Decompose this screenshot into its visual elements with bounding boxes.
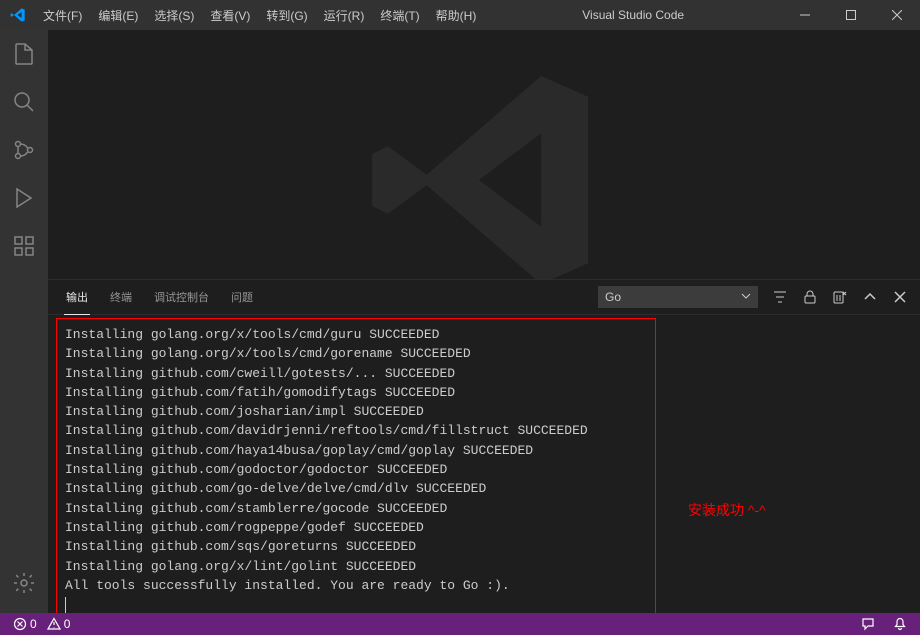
window-title: Visual Studio Code bbox=[484, 8, 782, 22]
activity-extensions[interactable] bbox=[0, 222, 48, 270]
clear-output-icon[interactable] bbox=[832, 289, 848, 305]
output-line: Installing github.com/go-delve/delve/cmd… bbox=[65, 479, 647, 498]
minimize-button[interactable] bbox=[782, 0, 828, 30]
editor-area: 输出 终端 调试控制台 问题 Go bbox=[48, 30, 920, 613]
warning-icon bbox=[47, 617, 61, 631]
output-line: All tools successfully installed. You ar… bbox=[65, 576, 647, 595]
menu-selection[interactable]: 选择(S) bbox=[146, 0, 202, 30]
menu-view[interactable]: 查看(V) bbox=[202, 0, 258, 30]
output-channel-value: Go bbox=[605, 290, 621, 304]
panel-tab-debug-console[interactable]: 调试控制台 bbox=[152, 280, 211, 315]
output-line: Installing github.com/davidrjenni/reftoo… bbox=[65, 421, 647, 440]
vscode-logo-icon bbox=[0, 7, 35, 23]
bell-icon bbox=[893, 617, 907, 631]
output-line: Installing golang.org/x/lint/golint SUCC… bbox=[65, 557, 647, 576]
error-icon bbox=[13, 617, 27, 631]
menu-bar: 文件(F) 编辑(E) 选择(S) 查看(V) 转到(G) 运行(R) 终端(T… bbox=[35, 0, 484, 30]
panel-tab-output[interactable]: 输出 bbox=[64, 280, 90, 315]
menu-file[interactable]: 文件(F) bbox=[35, 0, 90, 30]
output-line: Installing github.com/godoctor/godoctor … bbox=[65, 460, 647, 479]
status-warnings[interactable]: 0 bbox=[44, 617, 74, 631]
panel-actions: Go bbox=[598, 286, 908, 308]
chevron-up-icon[interactable] bbox=[862, 289, 878, 305]
panel-header: 输出 终端 调试控制台 问题 Go bbox=[48, 280, 920, 315]
menu-run[interactable]: 运行(R) bbox=[316, 0, 373, 30]
window-controls bbox=[782, 0, 920, 30]
status-notifications[interactable] bbox=[890, 617, 910, 631]
panel-tab-terminal[interactable]: 终端 bbox=[108, 280, 134, 315]
error-count: 0 bbox=[30, 617, 37, 631]
close-panel-icon[interactable] bbox=[892, 289, 908, 305]
output-cursor bbox=[65, 595, 647, 613]
warning-count: 0 bbox=[64, 617, 71, 631]
output-channel-select[interactable]: Go bbox=[598, 286, 758, 308]
activity-debug[interactable] bbox=[0, 174, 48, 222]
menu-edit[interactable]: 编辑(E) bbox=[90, 0, 146, 30]
output-line: Installing github.com/cweill/gotests/...… bbox=[65, 364, 647, 383]
vscode-watermark-icon bbox=[354, 50, 614, 279]
output-line: Installing github.com/stamblerre/gocode … bbox=[65, 499, 647, 518]
filter-icon[interactable] bbox=[772, 289, 788, 305]
menu-go[interactable]: 转到(G) bbox=[258, 0, 315, 30]
activity-search[interactable] bbox=[0, 78, 48, 126]
output-line: Installing github.com/josharian/impl SUC… bbox=[65, 402, 647, 421]
status-errors[interactable]: 0 bbox=[10, 617, 40, 631]
annotation-label: 安装成功 ^-^ bbox=[688, 500, 766, 520]
activity-bar bbox=[0, 30, 48, 613]
output-line: Installing github.com/sqs/goreturns SUCC… bbox=[65, 537, 647, 556]
output-line: Installing golang.org/x/tools/cmd/gorena… bbox=[65, 344, 647, 363]
status-feedback[interactable] bbox=[858, 617, 878, 631]
output-line: Installing github.com/rogpeppe/godef SUC… bbox=[65, 518, 647, 537]
maximize-button[interactable] bbox=[828, 0, 874, 30]
output-highlight-box: Installing golang.org/x/tools/cmd/guru S… bbox=[56, 318, 656, 613]
output-line: Installing github.com/fatih/gomodifytags… bbox=[65, 383, 647, 402]
chevron-down-icon bbox=[741, 290, 751, 304]
status-bar: 0 0 bbox=[0, 613, 920, 635]
main-area: 输出 终端 调试控制台 问题 Go bbox=[0, 30, 920, 613]
panel-tab-problems[interactable]: 问题 bbox=[229, 280, 255, 315]
output-line: Installing github.com/haya14busa/goplay/… bbox=[65, 441, 647, 460]
titlebar: 文件(F) 编辑(E) 选择(S) 查看(V) 转到(G) 运行(R) 终端(T… bbox=[0, 0, 920, 30]
bottom-panel: 输出 终端 调试控制台 问题 Go bbox=[48, 279, 920, 613]
menu-terminal[interactable]: 终端(T) bbox=[372, 0, 427, 30]
editor-background bbox=[48, 30, 920, 279]
activity-source-control[interactable] bbox=[0, 126, 48, 174]
panel-content: Installing golang.org/x/tools/cmd/guru S… bbox=[48, 315, 920, 613]
lock-icon[interactable] bbox=[802, 289, 818, 305]
activity-explorer[interactable] bbox=[0, 30, 48, 78]
menu-help[interactable]: 帮助(H) bbox=[428, 0, 485, 30]
feedback-icon bbox=[861, 617, 875, 631]
output-line: Installing golang.org/x/tools/cmd/guru S… bbox=[65, 325, 647, 344]
activity-settings[interactable] bbox=[0, 559, 48, 607]
panel-tabs: 输出 终端 调试控制台 问题 bbox=[64, 280, 598, 315]
close-button[interactable] bbox=[874, 0, 920, 30]
